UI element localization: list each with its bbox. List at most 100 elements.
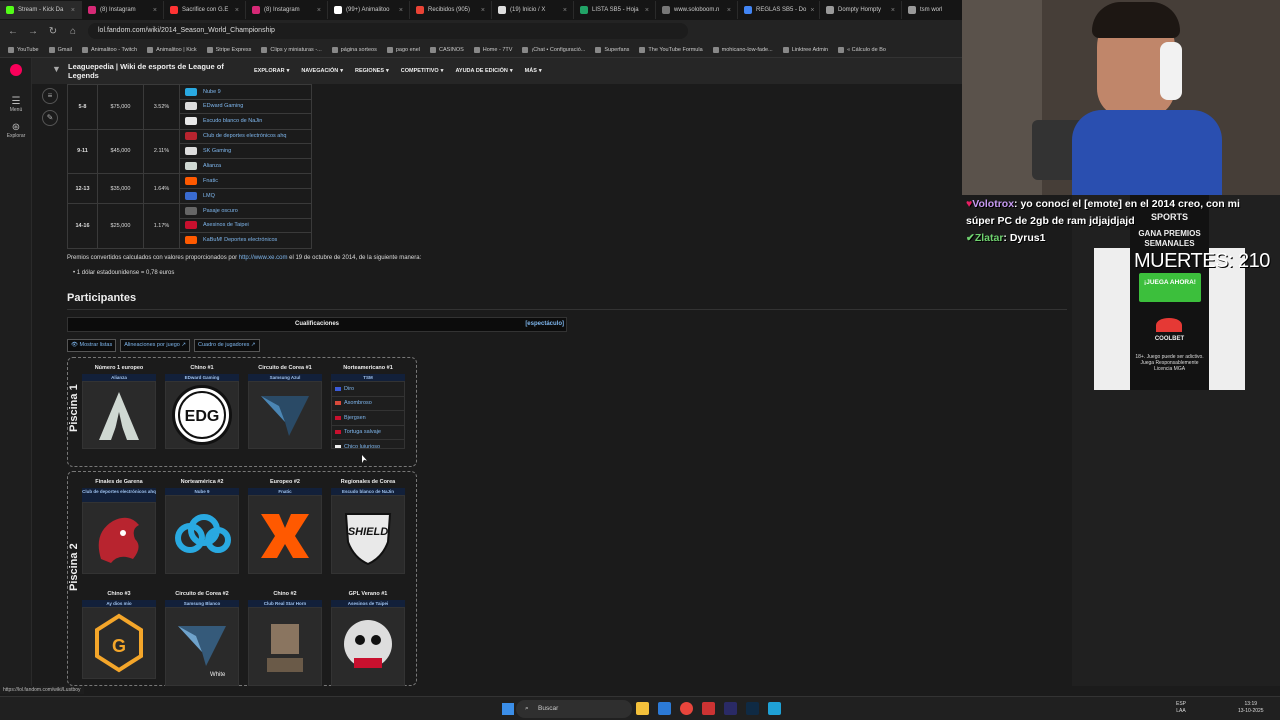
browser-tab[interactable]: Dompty Hompty × <box>820 1 902 19</box>
bookmark-item[interactable]: Stripe Express <box>206 46 251 53</box>
forward-icon[interactable]: → <box>28 26 38 37</box>
premiere-icon[interactable] <box>724 702 737 715</box>
player-row[interactable]: Chico lujurioso <box>332 440 404 448</box>
browser-tab[interactable]: Stream - Kick Da × <box>0 1 82 19</box>
windows-start-icon[interactable] <box>502 703 514 715</box>
close-icon[interactable]: × <box>645 7 649 14</box>
team-slot[interactable]: Circuito de Corea #1 Samsung Azul <box>248 365 322 449</box>
bookmark-item[interactable]: ¡Chat • Configuració... <box>522 46 585 53</box>
bookmark-item[interactable]: página sorteos <box>331 46 377 53</box>
clock[interactable]: 13:19 13-10-2025 <box>1238 701 1264 715</box>
bookmark-item[interactable]: « Cálculo de Bo <box>838 46 886 53</box>
url-input[interactable]: lol.fandom.com/wiki/2014_Season_World_Ch… <box>88 23 688 39</box>
wiki-title[interactable]: Leaguepedia | Wiki de esports de League … <box>68 62 248 80</box>
lineups-button[interactable]: Alineaciones por juego ↗ <box>120 339 191 352</box>
bookmark-item[interactable]: pago enel <box>386 46 420 53</box>
edit-pencil-icon[interactable]: ✎ <box>42 110 58 126</box>
photoshop-icon[interactable] <box>746 702 759 715</box>
team-slot[interactable]: Chino #1 EDward Gaming EDG <box>165 365 239 449</box>
bookmark-item[interactable]: Superfans <box>595 46 629 53</box>
close-icon[interactable]: × <box>727 7 731 14</box>
browser-tab[interactable]: Sacrifice con G.E × <box>164 1 246 19</box>
close-icon[interactable]: × <box>810 7 814 14</box>
team-link[interactable]: Escudo blanco de NaJin <box>180 114 311 129</box>
team-slot[interactable]: Finales de Garena Club de deportes elect… <box>82 479 156 574</box>
browser-tab[interactable]: (8) Instagram × <box>82 1 164 19</box>
wiki-menu-item[interactable]: AYUDA DE EDICIÓN <box>455 68 507 74</box>
team-slot[interactable]: Europeo #2 Fnatic <box>248 479 322 574</box>
close-icon[interactable]: × <box>563 7 567 14</box>
team-link[interactable]: Fnatic <box>180 174 311 189</box>
wiki-menu-item[interactable]: MÁS <box>525 68 537 74</box>
player-row[interactable]: Diro <box>332 382 404 397</box>
browser-tab[interactable]: LISTA SB5 - Hoja × <box>574 1 656 19</box>
bookmark-item[interactable]: Linktree Admin <box>782 46 828 53</box>
browser-tab[interactable]: www.soloboom.n × <box>656 1 738 19</box>
close-icon[interactable]: × <box>153 7 157 14</box>
browser-tab[interactable]: REGLAS SB5 - Do × <box>738 1 820 19</box>
team-slot[interactable]: Circuito de Corea #2 Samsung Blanco Whit… <box>165 591 239 686</box>
show-lists-button[interactable]: 👁 Mostrar listas <box>67 339 117 352</box>
team-slot[interactable]: Norteamericano #1 TSM Diro Asombroso Bjerg… <box>331 365 405 449</box>
close-icon[interactable]: × <box>71 7 75 14</box>
toc-icon[interactable]: ≡ <box>42 88 58 104</box>
team-slot[interactable]: Chino #3 Ay dios mío G <box>82 591 156 679</box>
language-indicator[interactable]: ESP LAA <box>1176 701 1186 715</box>
bookmark-item[interactable]: Animalitoo | Kick <box>147 46 197 53</box>
menu-button[interactable]: ☰ Menú <box>0 96 32 113</box>
team-link[interactable]: Asesinos de Taipei <box>180 219 311 233</box>
team-link[interactable]: LMQ <box>180 189 311 204</box>
bookmark-item[interactable]: CASINOS <box>430 46 464 53</box>
browser-tab[interactable]: (8) Instagram × <box>246 1 328 19</box>
team-slot[interactable]: GPL Verano #1 Asesinos de Taipei <box>331 591 405 686</box>
xe-link[interactable]: http://www.xe.com <box>239 255 288 261</box>
back-icon[interactable]: ← <box>8 26 18 37</box>
close-icon[interactable]: × <box>891 7 895 14</box>
taskbar-search[interactable]: ⌕ Buscar <box>516 700 632 718</box>
app-icon[interactable] <box>768 702 781 715</box>
team-link[interactable]: Pasaje oscuro <box>180 204 311 219</box>
bookmark-item[interactable]: Home - 7TV <box>473 46 512 53</box>
team-link[interactable]: EDward Gaming <box>180 100 311 114</box>
reload-icon[interactable]: ↻ <box>48 26 58 37</box>
team-link[interactable]: SK Gaming <box>180 144 311 159</box>
app-icon[interactable] <box>702 702 715 715</box>
player-row[interactable]: Tortuga salvaje <box>332 426 404 440</box>
team-link[interactable]: Nube 9 <box>180 85 311 100</box>
bookmark-item[interactable]: The YouTube Formula <box>639 46 703 53</box>
home-icon[interactable]: ⌂ <box>68 26 78 37</box>
bookmark-item[interactable]: Animalitoo - Twitch <box>82 46 137 53</box>
browser-tab[interactable]: Recibidos (905) × <box>410 1 492 19</box>
team-slot[interactable]: Norteamérica #2 Nube 9 <box>165 479 239 574</box>
explore-button[interactable]: ⊛ Explorar <box>0 122 32 139</box>
bookmark-item[interactable]: YouTube <box>8 46 39 53</box>
team-link[interactable]: KaBuM! Deportes electrónicos <box>180 233 311 248</box>
team-link[interactable]: Club de deportes electrónicos ahq <box>180 130 311 144</box>
player-row[interactable]: Bjergsen <box>332 411 404 426</box>
wiki-menu-item[interactable]: EXPLORAR <box>254 68 285 74</box>
bookmark-item[interactable]: Gmail <box>48 46 72 53</box>
wiki-menu-item[interactable]: COMPETITIVO <box>401 68 439 74</box>
show-toggle-link[interactable]: [espectáculo] <box>525 318 564 331</box>
close-icon[interactable]: × <box>481 7 485 14</box>
ad-play-button[interactable]: ¡JUEGA AHORA! <box>1139 273 1201 302</box>
team-slot[interactable]: Chino #2 Club Real Star Horn <box>248 591 322 686</box>
close-icon[interactable]: × <box>235 7 239 14</box>
fandom-logo-icon[interactable] <box>10 64 22 76</box>
player-table-button[interactable]: Cuadro de jugadores ↗ <box>194 339 260 352</box>
bookmark-item[interactable]: Clips y miniaturas -... <box>261 46 322 53</box>
close-icon[interactable]: × <box>399 7 403 14</box>
close-icon[interactable]: × <box>317 7 321 14</box>
wiki-menu-item[interactable]: REGIONES <box>355 68 384 74</box>
browser-tab[interactable]: (19) Inicio / X × <box>492 1 574 19</box>
browser-tab[interactable]: (99+) Animalitoo × <box>328 1 410 19</box>
player-row[interactable]: Asombroso <box>332 397 404 411</box>
app-icon[interactable] <box>658 702 671 715</box>
file-explorer-icon[interactable] <box>636 702 649 715</box>
chrome-icon[interactable] <box>680 702 693 715</box>
wiki-menu-item[interactable]: NAVEGACIÓN <box>301 68 338 74</box>
bookmark-item[interactable]: mohicano-low-fade... <box>712 46 773 53</box>
team-slot[interactable]: Regionales de Corea Escudo blanco de NaJ… <box>331 479 405 574</box>
team-link[interactable]: Alianza <box>180 159 311 174</box>
team-slot[interactable]: Número 1 europeo Alianza <box>82 365 156 449</box>
